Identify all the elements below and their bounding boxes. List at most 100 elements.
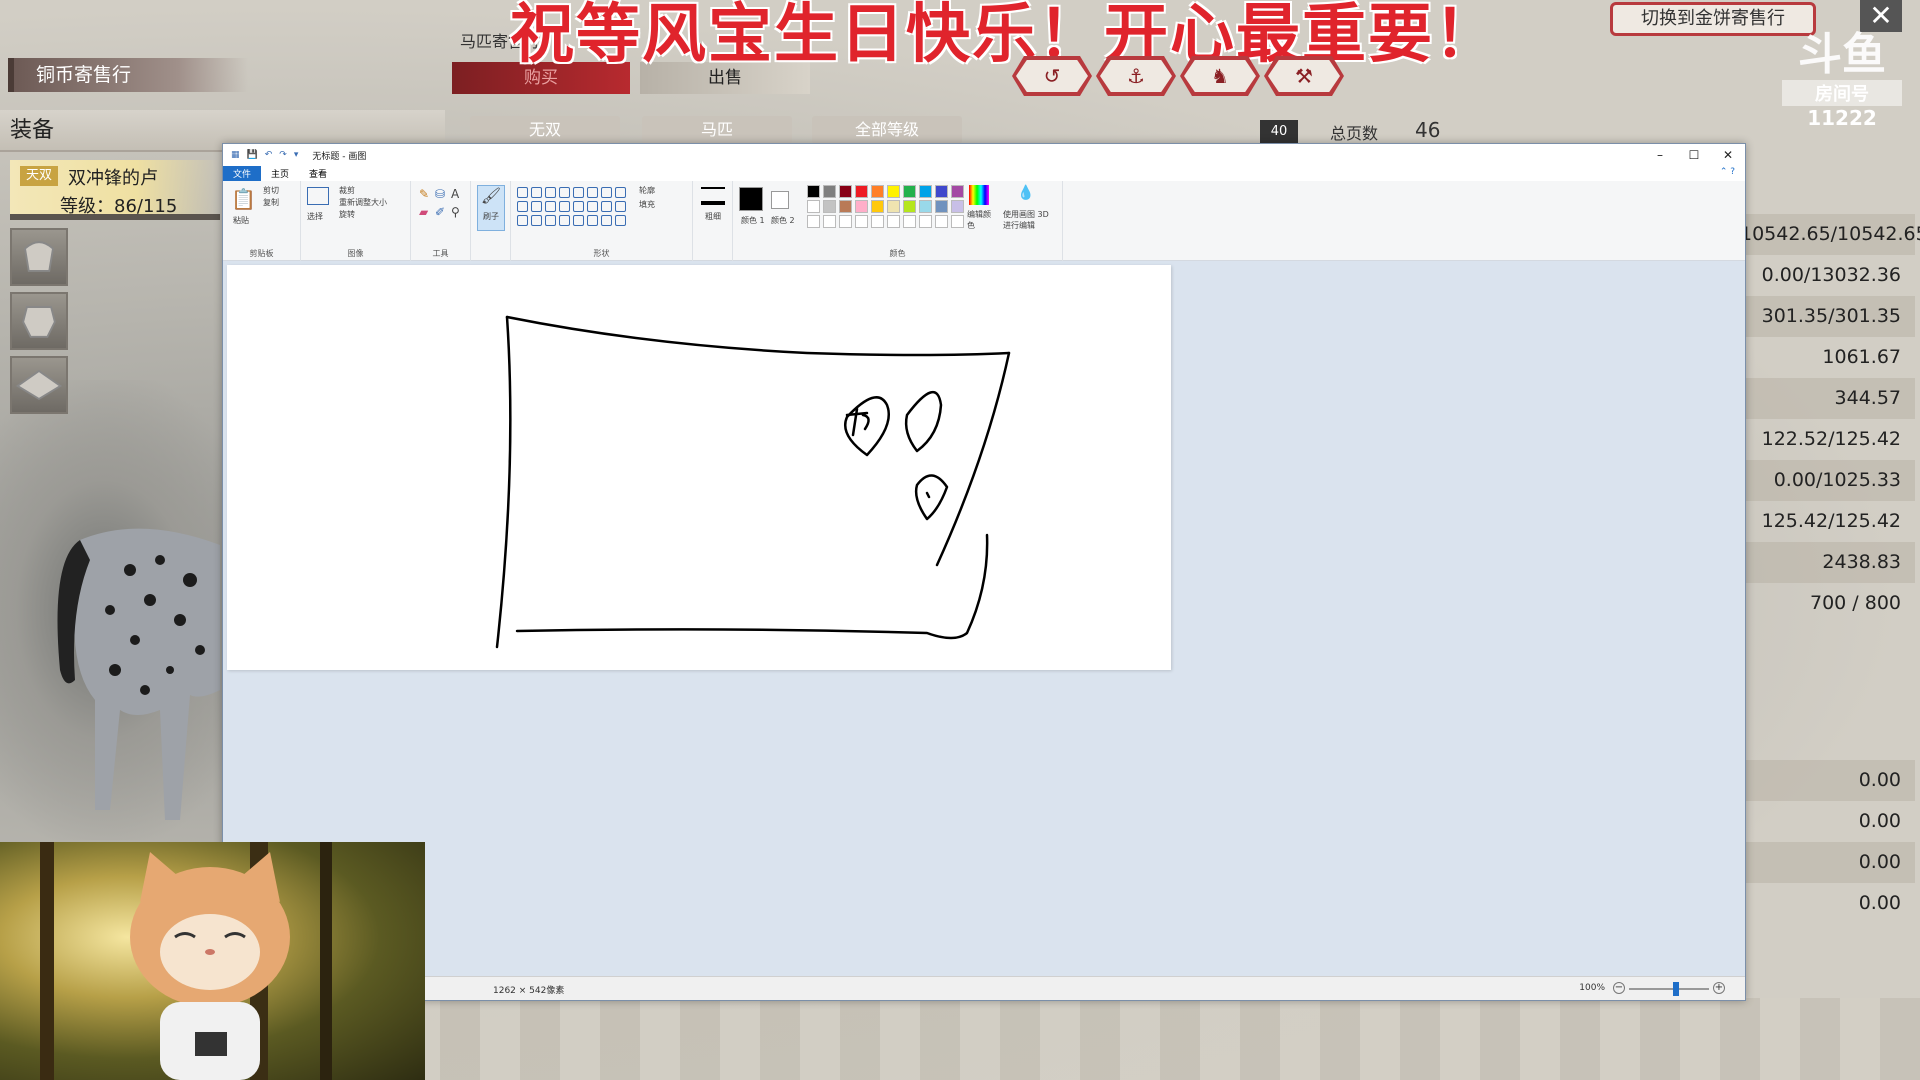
- palette-swatch[interactable]: [839, 200, 852, 213]
- paste-button[interactable]: 粘贴: [233, 215, 249, 226]
- palette-swatch[interactable]: [839, 185, 852, 198]
- shape-star6[interactable]: [531, 215, 542, 226]
- shape-lightning[interactable]: [601, 215, 612, 226]
- select-button[interactable]: 选择: [307, 211, 323, 222]
- palette-swatch[interactable]: [871, 185, 884, 198]
- zoom-slider[interactable]: [1629, 988, 1709, 990]
- category-button-1[interactable]: ↺: [1012, 56, 1092, 96]
- size-button[interactable]: 粗细: [705, 211, 721, 222]
- shape-roundrect[interactable]: [573, 187, 584, 198]
- help-icon[interactable]: ⌃ ?: [1710, 166, 1745, 181]
- palette-swatch[interactable]: [871, 215, 884, 228]
- color1-label[interactable]: 颜色 1: [741, 215, 765, 226]
- drawing-canvas[interactable]: [227, 265, 1171, 670]
- palette-swatch[interactable]: [839, 215, 852, 228]
- tab-home[interactable]: 主页: [261, 166, 299, 181]
- palette-swatch[interactable]: [887, 200, 900, 213]
- undo-icon[interactable]: ↶: [265, 150, 273, 160]
- shape-callout-cloud[interactable]: [573, 215, 584, 226]
- shape-star5[interactable]: [517, 215, 528, 226]
- blanket-slot[interactable]: [10, 356, 68, 414]
- tab-view[interactable]: 查看: [299, 166, 337, 181]
- shape-triangle[interactable]: [601, 187, 612, 198]
- shape-arrow-left[interactable]: [573, 201, 584, 212]
- maximize-icon[interactable]: ☐: [1677, 148, 1711, 162]
- palette-swatch[interactable]: [951, 215, 964, 228]
- shape-polygon[interactable]: [587, 187, 598, 198]
- category-button-2[interactable]: ⚓: [1096, 56, 1176, 96]
- page-number[interactable]: 40: [1260, 120, 1298, 144]
- palette-swatch[interactable]: [903, 215, 916, 228]
- color-picker-icon[interactable]: ✐: [435, 205, 445, 219]
- shape-arrow-up[interactable]: [587, 201, 598, 212]
- magnifier-icon[interactable]: ⚲: [451, 205, 460, 219]
- palette-swatch[interactable]: [887, 215, 900, 228]
- shape-rect[interactable]: [559, 187, 570, 198]
- paint3d-button[interactable]: 使用画图 3D 进行编辑: [1003, 209, 1059, 231]
- shape-callout-rect[interactable]: [545, 215, 556, 226]
- minimize-icon[interactable]: –: [1643, 148, 1677, 162]
- filter-dropdown-2[interactable]: 马匹: [642, 116, 792, 144]
- palette-swatch[interactable]: [887, 185, 900, 198]
- color2-swatch[interactable]: [771, 191, 789, 209]
- paste-icon[interactable]: 📋: [231, 187, 256, 211]
- shape-righttri[interactable]: [615, 187, 626, 198]
- rotate-button[interactable]: 旋转: [339, 209, 355, 220]
- cut-button[interactable]: 剪切: [263, 185, 279, 196]
- palette-swatch[interactable]: [823, 200, 836, 213]
- palette-swatch[interactable]: [935, 215, 948, 228]
- palette-swatch[interactable]: [855, 185, 868, 198]
- palette-swatch[interactable]: [903, 185, 916, 198]
- shape-pentagon[interactable]: [531, 201, 542, 212]
- filter-dropdown-1[interactable]: 无双: [470, 116, 620, 144]
- armor-slot[interactable]: [10, 292, 68, 350]
- customize-qat-icon[interactable]: ▾: [294, 150, 299, 160]
- palette-swatch[interactable]: [823, 185, 836, 198]
- text-icon[interactable]: A: [451, 187, 459, 201]
- shape-diamond[interactable]: [517, 201, 528, 212]
- palette-swatch[interactable]: [823, 215, 836, 228]
- shape-arrow-down[interactable]: [601, 201, 612, 212]
- close-icon[interactable]: ✕: [1711, 148, 1745, 162]
- palette-swatch[interactable]: [807, 215, 820, 228]
- shape-gallery[interactable]: [517, 187, 629, 226]
- palette-swatch[interactable]: [919, 215, 932, 228]
- palette-swatch[interactable]: [807, 200, 820, 213]
- zoom-in-icon[interactable]: +: [1713, 982, 1725, 994]
- save-icon[interactable]: 💾: [247, 150, 258, 160]
- copy-button[interactable]: 复制: [263, 197, 279, 208]
- category-button-3[interactable]: ♞: [1180, 56, 1260, 96]
- shape-callout-oval[interactable]: [559, 215, 570, 226]
- shape-line[interactable]: [517, 187, 528, 198]
- redo-icon[interactable]: ↷: [279, 150, 287, 160]
- edit-colors-icon[interactable]: [969, 185, 989, 205]
- crop-button[interactable]: 裁剪: [339, 185, 355, 196]
- brushes-button[interactable]: 刷子: [483, 211, 499, 222]
- fill-button[interactable]: 填充: [639, 199, 655, 210]
- shape-hexagon[interactable]: [545, 201, 556, 212]
- color-palette[interactable]: [807, 185, 965, 228]
- palette-swatch[interactable]: [951, 185, 964, 198]
- palette-swatch[interactable]: [919, 185, 932, 198]
- palette-swatch[interactable]: [871, 200, 884, 213]
- palette-swatch[interactable]: [807, 185, 820, 198]
- tab-file[interactable]: 文件: [223, 166, 262, 181]
- outline-button[interactable]: 轮廓: [639, 185, 655, 196]
- brush-icon[interactable]: 🖌: [477, 185, 505, 231]
- paint3d-icon[interactable]: 💧: [1017, 185, 1034, 201]
- palette-swatch[interactable]: [919, 200, 932, 213]
- zoom-out-icon[interactable]: −: [1613, 982, 1625, 994]
- line-width-icon[interactable]: [701, 187, 725, 205]
- shape-star4[interactable]: [615, 201, 626, 212]
- palette-swatch[interactable]: [935, 185, 948, 198]
- select-icon[interactable]: [307, 187, 329, 205]
- resize-button[interactable]: 重新调整大小: [339, 197, 387, 208]
- eraser-icon[interactable]: ▰: [419, 205, 428, 219]
- shape-curve[interactable]: [531, 187, 542, 198]
- palette-swatch[interactable]: [903, 200, 916, 213]
- canvas-area[interactable]: [223, 261, 1745, 976]
- saddle-slot[interactable]: [10, 228, 68, 286]
- palette-swatch[interactable]: [855, 200, 868, 213]
- palette-swatch[interactable]: [951, 200, 964, 213]
- palette-swatch[interactable]: [855, 215, 868, 228]
